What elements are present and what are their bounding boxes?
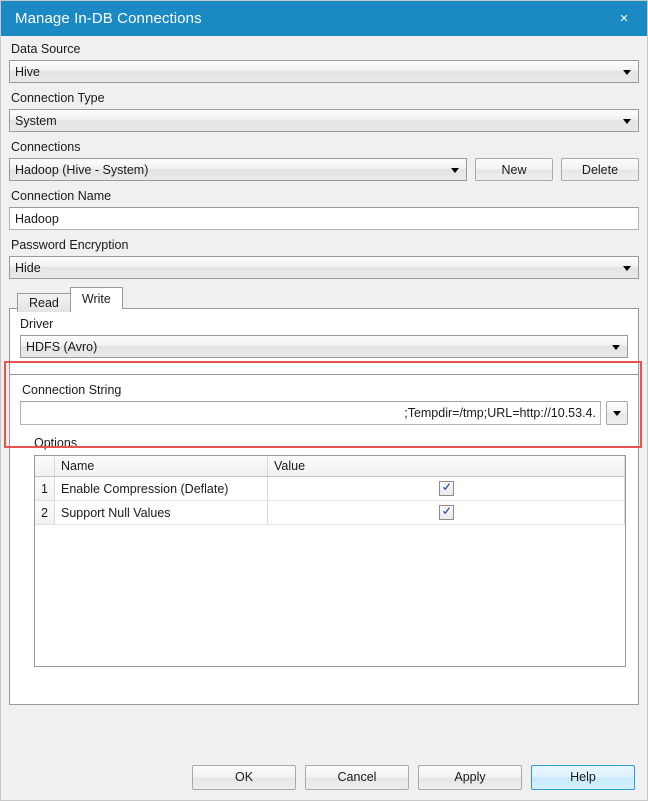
support-null-values-checkbox[interactable] bbox=[438, 505, 454, 521]
help-button[interactable]: Help bbox=[531, 764, 635, 790]
chevron-down-icon bbox=[623, 265, 631, 271]
options-table: Name Value 1 Enable Compression (Deflate… bbox=[35, 456, 625, 525]
column-header-name: Name bbox=[54, 456, 268, 477]
dialog-body: Data Source Hive Connection Type System … bbox=[1, 36, 647, 754]
tab-read[interactable]: Read bbox=[17, 293, 71, 312]
cancel-button[interactable]: Cancel bbox=[305, 764, 409, 790]
connection-name-field: Connection Name Hadoop bbox=[9, 189, 639, 230]
driver-select[interactable]: HDFS (Avro) bbox=[20, 335, 628, 358]
password-encryption-label: Password Encryption bbox=[11, 238, 129, 252]
connection-type-select[interactable]: System bbox=[9, 109, 639, 132]
password-encryption-field: Password Encryption Hide bbox=[9, 238, 639, 279]
ok-button[interactable]: OK bbox=[192, 764, 296, 790]
chevron-down-icon bbox=[623, 69, 631, 75]
data-source-field: Data Source Hive bbox=[9, 42, 639, 83]
connection-type-field: Connection Type System bbox=[9, 91, 639, 132]
column-header-index bbox=[35, 456, 55, 477]
connection-details-panel: Connection String ;Tempdir=/tmp;URL=http… bbox=[9, 375, 639, 705]
row-value-cell[interactable] bbox=[267, 500, 625, 525]
connections-select[interactable]: Hadoop (Hive - System) bbox=[9, 158, 467, 181]
data-source-value: Hive bbox=[15, 64, 41, 79]
data-source-label: Data Source bbox=[11, 42, 81, 56]
window-title: Manage In-DB Connections bbox=[15, 10, 202, 27]
connections-label: Connections bbox=[11, 140, 81, 154]
options-grid: Name Value 1 Enable Compression (Deflate… bbox=[34, 455, 626, 667]
chevron-down-icon bbox=[451, 167, 459, 173]
connection-name-input[interactable]: Hadoop bbox=[9, 207, 639, 230]
dialog-footer: OK Cancel Apply Help bbox=[1, 754, 647, 800]
driver-label: Driver bbox=[20, 317, 54, 331]
table-header-row: Name Value bbox=[35, 456, 625, 477]
chevron-down-icon bbox=[612, 344, 620, 350]
connections-value: Hadoop (Hive - System) bbox=[15, 162, 149, 177]
close-icon[interactable]: × bbox=[601, 1, 647, 36]
new-connection-button[interactable]: New bbox=[475, 158, 553, 181]
options-label: Options bbox=[34, 436, 78, 450]
title-bar: Manage In-DB Connections × bbox=[1, 1, 647, 36]
read-write-tabs: Read Write Driver HDFS (Avro) bbox=[9, 287, 639, 375]
connection-type-label: Connection Type bbox=[11, 91, 105, 105]
connection-type-value: System bbox=[15, 113, 57, 128]
password-encryption-value: Hide bbox=[15, 260, 41, 275]
connection-string-row: ;Tempdir=/tmp;URL=http://10.53.4. bbox=[20, 401, 628, 425]
write-tab-panel: Driver HDFS (Avro) bbox=[9, 308, 639, 375]
connection-name-value: Hadoop bbox=[15, 211, 59, 226]
column-header-value: Value bbox=[267, 456, 625, 477]
data-source-select[interactable]: Hive bbox=[9, 60, 639, 83]
delete-connection-button[interactable]: Delete bbox=[561, 158, 639, 181]
tab-strip: Read Write bbox=[9, 287, 639, 312]
connections-row: Hadoop (Hive - System) New Delete bbox=[9, 158, 639, 181]
row-index: 1 bbox=[35, 476, 55, 501]
table-row[interactable]: 1 Enable Compression (Deflate) bbox=[35, 476, 625, 501]
row-name: Support Null Values bbox=[54, 500, 268, 525]
tab-write[interactable]: Write bbox=[69, 287, 123, 309]
connection-string-dropdown-button[interactable] bbox=[606, 401, 628, 425]
connections-field: Connections Hadoop (Hive - System) New D… bbox=[9, 140, 639, 181]
row-index: 2 bbox=[35, 500, 55, 525]
password-encryption-select[interactable]: Hide bbox=[9, 256, 639, 279]
chevron-down-icon bbox=[623, 118, 631, 124]
table-row[interactable]: 2 Support Null Values bbox=[35, 500, 625, 525]
connection-string-value: ;Tempdir=/tmp;URL=http://10.53.4. bbox=[404, 406, 596, 420]
connection-string-input[interactable]: ;Tempdir=/tmp;URL=http://10.53.4. bbox=[20, 401, 601, 425]
row-value-cell[interactable] bbox=[267, 476, 625, 501]
manage-indb-connections-dialog: Manage In-DB Connections × Data Source H… bbox=[0, 0, 648, 801]
enable-compression-checkbox[interactable] bbox=[438, 481, 454, 497]
driver-value: HDFS (Avro) bbox=[26, 339, 98, 354]
apply-button[interactable]: Apply bbox=[418, 764, 522, 790]
connection-name-label: Connection Name bbox=[11, 189, 112, 203]
connection-string-label: Connection String bbox=[22, 383, 122, 397]
row-name: Enable Compression (Deflate) bbox=[54, 476, 268, 501]
chevron-down-icon bbox=[613, 410, 621, 416]
